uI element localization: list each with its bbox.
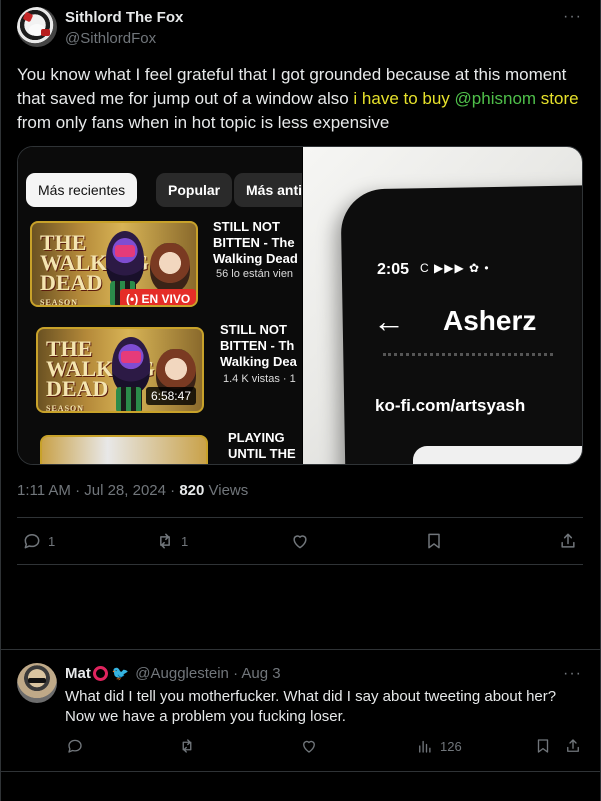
retweet-button[interactable] xyxy=(178,737,196,755)
bookmark-icon xyxy=(428,533,440,549)
reply-views-count: 126 xyxy=(440,738,462,754)
phone-bottom-bar xyxy=(413,446,582,464)
media-image-right[interactable]: 2:05 C ▶▶▶ ✿ • ← Asherz ko-fi.com/artsya… xyxy=(303,147,582,464)
tweet-text-highlight-store: store xyxy=(536,89,579,108)
video-thumbnail: THE WALKING DEAD SEASON (•) EN VIVO xyxy=(30,221,198,307)
retweet-icon xyxy=(160,533,170,549)
reply-button[interactable] xyxy=(66,737,84,755)
video-title: STILL NOT BITTEN - Th Walking Dea xyxy=(220,322,297,369)
video-thumbnail xyxy=(40,435,208,464)
tab-popular: Popular xyxy=(156,173,233,207)
divider xyxy=(17,564,583,565)
video-title: STILL NOT BITTEN - The Walking Dead xyxy=(213,219,298,266)
tab-mas-antiguos: Más anti xyxy=(234,173,302,207)
tweet-text-part: from only fans when in hot topic is less… xyxy=(17,113,390,132)
tweet-text: You know what I feel grateful that I got… xyxy=(17,63,587,135)
bookmark-icon xyxy=(537,739,549,753)
share-icon xyxy=(567,739,579,752)
phone-divider xyxy=(383,353,553,356)
divider xyxy=(17,517,583,518)
reply-text: What did I tell you motherfucker. What d… xyxy=(65,688,557,725)
phone-status-time: 2:05 xyxy=(377,261,410,278)
heart-icon xyxy=(293,535,307,549)
bird-icon: 🐦 xyxy=(111,665,130,681)
reply-icon xyxy=(24,534,40,549)
video-thumbnail: THE WALKING DEAD SEASON 6:58:47 xyxy=(36,327,204,413)
video-title: PLAYING UNTIL THE xyxy=(228,430,296,461)
reply-button[interactable]: 1 xyxy=(22,531,55,551)
retweet-button[interactable]: 1 xyxy=(155,531,188,551)
author-handle[interactable]: @SithlordFox xyxy=(65,30,156,47)
share-icon xyxy=(561,533,575,548)
phone-status-icons: C ▶▶▶ ✿ • xyxy=(420,261,490,275)
like-button[interactable] xyxy=(290,531,310,551)
tweet-text-highlight: i have to buy xyxy=(353,89,450,108)
tweet-media[interactable]: Más recientes Popular Más anti THE WALKI… xyxy=(17,146,583,465)
back-arrow-icon: ← xyxy=(373,303,405,339)
like-button[interactable] xyxy=(300,737,318,755)
heart-icon xyxy=(303,740,315,753)
bookmark-button[interactable] xyxy=(424,531,444,551)
avatar[interactable] xyxy=(17,663,57,703)
bookmark-button[interactable] xyxy=(534,737,552,755)
more-options-icon[interactable]: ··· xyxy=(563,665,582,683)
avatar[interactable] xyxy=(17,7,57,47)
media-image-left[interactable]: Más recientes Popular Más anti THE WALKI… xyxy=(18,147,302,464)
more-options-icon[interactable]: ··· xyxy=(563,8,582,26)
analytics-icon xyxy=(419,740,431,753)
share-button[interactable] xyxy=(564,737,582,755)
video-meta: 1.4 K vistas · 1 xyxy=(223,373,296,385)
views-count: 820 xyxy=(179,482,205,499)
tweet-timestamp[interactable]: 1:11 AM · Jul 28, 2024 · xyxy=(17,482,179,499)
reply-author-handle[interactable]: @Augglestein · Aug 3 xyxy=(135,665,280,682)
divider xyxy=(0,771,601,772)
reply-header: Mat 🐦 @Augglestein · Aug 3 xyxy=(65,665,281,682)
mention-link[interactable]: @phisnom xyxy=(455,89,537,108)
retweet-icon xyxy=(182,739,192,753)
live-badge: (•) EN VIVO xyxy=(120,289,196,305)
reply-tweet: Mat 🐦 @Augglestein · Aug 3 ··· What did … xyxy=(0,651,601,801)
video-duration: 6:58:47 xyxy=(145,387,196,405)
main-tweet: Sithlord The Fox @SithlordFox ··· You kn… xyxy=(0,0,601,650)
views-label: Views xyxy=(204,482,249,499)
phone-profile-link: ko-fi.com/artsyash xyxy=(375,396,526,415)
author-display-name[interactable]: Sithlord The Fox xyxy=(65,9,183,26)
reply-icon xyxy=(68,739,82,753)
reply-count: 1 xyxy=(48,533,56,549)
tweet-meta: 1:11 AM · Jul 28, 2024 · 820 Views xyxy=(17,482,248,499)
phone-profile-name: Asherz xyxy=(443,305,537,336)
share-button[interactable] xyxy=(558,531,578,551)
tab-mas-recientes: Más recientes xyxy=(26,173,138,207)
views-button[interactable]: 126 xyxy=(416,737,462,755)
reply-author-name[interactable]: Mat xyxy=(65,665,91,682)
video-meta: 56 lo están vien xyxy=(216,268,294,280)
retweet-count: 1 xyxy=(181,533,189,549)
red-circle-icon xyxy=(92,666,108,681)
